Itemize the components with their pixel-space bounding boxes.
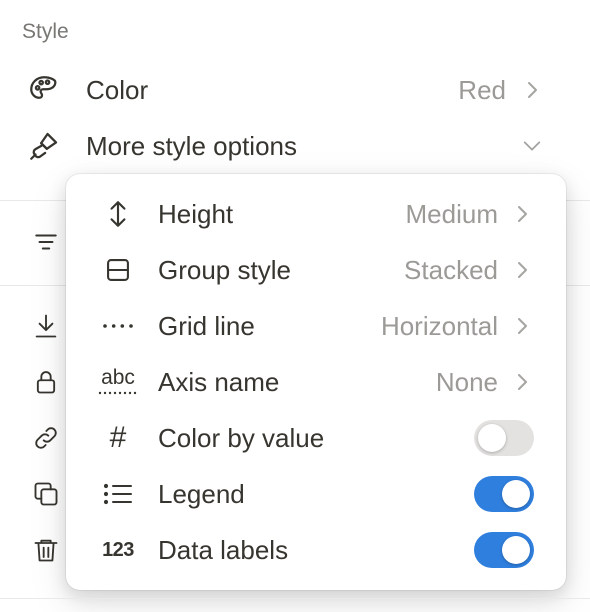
- chevron-right-icon: [512, 372, 532, 392]
- more-style-options-label: More style options: [86, 130, 297, 161]
- link-icon[interactable]: [30, 422, 62, 454]
- paintbrush-icon: [26, 128, 62, 164]
- section-title-style: Style: [22, 20, 69, 43]
- menu-item-label: Axis name: [158, 366, 280, 397]
- dotted-line-icon: [98, 308, 138, 344]
- arrows-vertical-icon: [98, 196, 138, 232]
- abc-icon: abc: [98, 364, 138, 400]
- chevron-right-icon: [512, 204, 532, 224]
- palette-icon: [26, 72, 62, 108]
- menu-item-data-labels[interactable]: 123 Data labels: [66, 522, 566, 578]
- more-style-options-row[interactable]: More style options: [0, 118, 590, 174]
- menu-item-label: Group style: [158, 254, 291, 285]
- menu-item-label: Data labels: [158, 534, 289, 565]
- menu-item-value: Stacked: [404, 254, 498, 285]
- trash-icon[interactable]: [30, 534, 62, 566]
- menu-item-group-style[interactable]: Group style Stacked: [66, 242, 566, 298]
- legend-toggle[interactable]: [474, 476, 534, 512]
- lock-icon[interactable]: [30, 366, 62, 398]
- chevron-down-icon: [522, 136, 542, 156]
- menu-item-grid-line[interactable]: Grid line Horizontal: [66, 298, 566, 354]
- hash-icon: #: [109, 421, 127, 454]
- filter-icon[interactable]: [30, 226, 62, 258]
- menu-item-color-by-value[interactable]: # Color by value: [66, 410, 566, 466]
- chart-settings-panel: Style Color Red More style options Heigh…: [0, 0, 590, 612]
- data-labels-toggle[interactable]: [474, 532, 534, 568]
- menu-item-axis-name[interactable]: abc Axis name None: [66, 354, 566, 410]
- toggle-knob: [478, 424, 506, 452]
- list-icon: [98, 476, 138, 512]
- color-option-row[interactable]: Color Red: [0, 62, 590, 118]
- menu-item-label: Grid line: [158, 310, 255, 341]
- menu-item-legend[interactable]: Legend: [66, 466, 566, 522]
- color-by-value-toggle[interactable]: [474, 420, 534, 456]
- menu-item-value: Medium: [405, 198, 498, 229]
- more-style-options-menu: Height Medium Group style Stacked Grid l…: [66, 174, 566, 590]
- menu-item-value: None: [435, 366, 498, 397]
- toggle-knob: [502, 480, 530, 508]
- color-label: Color: [86, 74, 149, 105]
- toggle-knob: [502, 536, 530, 564]
- numbers-icon: 123: [102, 538, 134, 561]
- split-square-icon: [98, 252, 138, 288]
- duplicate-icon[interactable]: [30, 478, 62, 510]
- chevron-right-icon: [522, 80, 542, 100]
- chevron-right-icon: [512, 316, 532, 336]
- menu-item-height[interactable]: Height Medium: [66, 186, 566, 242]
- chevron-right-icon: [512, 260, 532, 280]
- menu-item-value: Horizontal: [380, 310, 498, 341]
- menu-item-label: Legend: [158, 478, 245, 509]
- divider: [0, 598, 590, 599]
- download-icon[interactable]: [30, 310, 62, 342]
- menu-item-label: Color by value: [158, 422, 325, 453]
- menu-item-label: Height: [158, 198, 234, 229]
- color-value: Red: [458, 74, 506, 105]
